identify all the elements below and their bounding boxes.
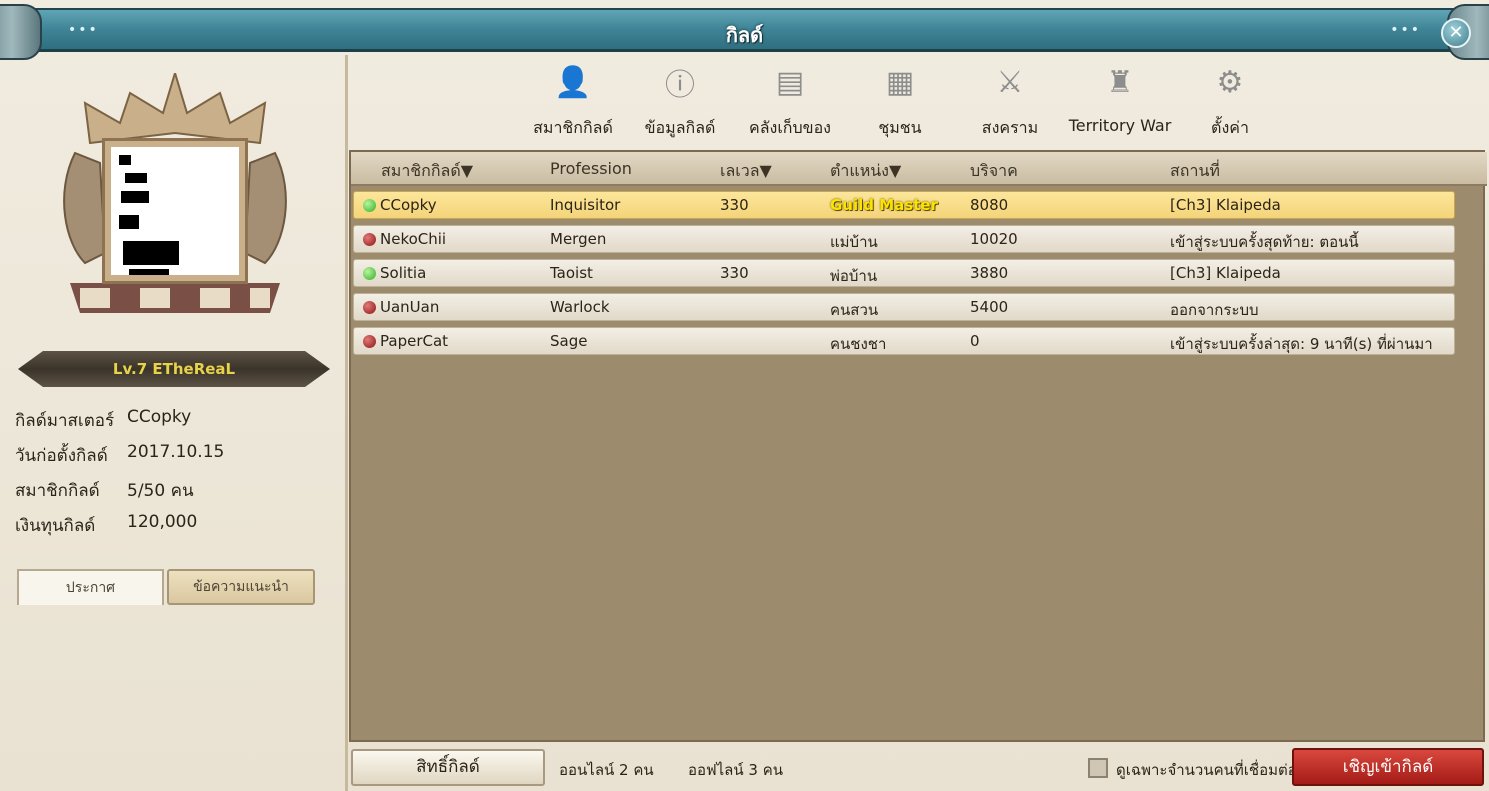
column-header-level[interactable]: เลเวล▼ <box>720 159 772 184</box>
info-icon: ⓘ <box>665 68 695 103</box>
member-donation: 0 <box>970 332 980 350</box>
info-row-members: สมาชิกกิลด์ 5/50 คน <box>15 477 194 504</box>
info-row-founded: วันก่อตั้งกิลด์ 2017.10.15 <box>15 442 224 469</box>
member-rank: คนสวน <box>830 301 879 319</box>
member-donation: 8080 <box>970 196 1009 214</box>
member-name: CCopky <box>380 196 437 214</box>
invite-to-guild-button[interactable]: เชิญเข้ากิลด์ <box>1292 748 1484 786</box>
person-icon: 👤 <box>554 64 592 100</box>
title-dots-right: ••• <box>1390 22 1421 38</box>
castle-icon: ♜ <box>1106 64 1134 100</box>
member-rank: แม่บ้าน <box>830 233 878 251</box>
column-header-donation[interactable]: บริจาค <box>970 159 1018 184</box>
info-value: 2017.10.15 <box>127 442 225 462</box>
info-row-master: กิลด์มาสเตอร์ CCopky <box>15 407 191 434</box>
member-donation: 3880 <box>970 264 1009 282</box>
tool-label: ข้อมูลกิลด์ <box>644 118 716 137</box>
member-rank: คนชงชา <box>830 335 887 353</box>
tool-info[interactable]: ⓘ ข้อมูลกิลด์ <box>638 60 722 141</box>
member-table: สมาชิกกิลด์▼ Profession เลเวล▼ ตำแหน่ง▼ … <box>349 150 1487 742</box>
tool-label: ชุมชน <box>878 118 922 137</box>
member-name: UanUan <box>380 298 440 316</box>
column-header-name[interactable]: สมาชิกกิลด์▼ <box>381 159 473 184</box>
member-location: [Ch3] Klaipeda <box>1170 264 1281 282</box>
checkbox-label: ดูเฉพาะจำนวนคนที่เชื่อมต่อ <box>1116 761 1292 779</box>
online-count: ออนไลน์ 2 คน <box>559 761 654 779</box>
guild-name-banner: Lv.7 ETheReaL <box>18 351 330 387</box>
member-profession: Warlock <box>550 298 610 316</box>
chest-icon: ▤ <box>775 64 805 100</box>
table-row[interactable]: UanUan Warlock คนสวน 5400 ออกจากระบบ <box>353 293 1455 321</box>
table-row[interactable]: PaperCat Sage คนชงชา 0 เข้าสู่ระบบครั้งล… <box>353 327 1455 355</box>
column-header-profession[interactable]: Profession <box>550 159 632 178</box>
guild-rights-button[interactable]: สิทธิ์กิลด์ <box>351 749 545 786</box>
table-header: สมาชิกกิลด์▼ Profession เลเวล▼ ตำแหน่ง▼ … <box>351 152 1487 186</box>
info-value: 120,000 <box>127 512 198 532</box>
notice-area <box>17 605 315 785</box>
tab-announcement[interactable]: ประกาศ <box>17 569 164 605</box>
member-location: [Ch3] Klaipeda <box>1170 196 1281 214</box>
offline-status-icon <box>363 301 376 314</box>
offline-status-icon <box>363 233 376 246</box>
guild-info-panel: Lv.7 ETheReaL กิลด์มาสเตอร์ CCopky วันก่… <box>0 55 345 791</box>
panel-divider <box>345 55 348 791</box>
member-profession: Sage <box>550 332 588 350</box>
crossed-swords-icon: ⚔ <box>996 64 1024 100</box>
offline-count: ออฟไลน์ 3 คน <box>688 761 783 779</box>
emblem-image <box>119 155 179 275</box>
show-online-only-checkbox[interactable] <box>1088 758 1108 778</box>
online-status-icon <box>363 267 376 280</box>
tab-introduction[interactable]: ข้อความแนะนำ <box>167 569 315 605</box>
tool-war[interactable]: ⚔ สงคราม <box>972 60 1048 141</box>
member-profession: Taoist <box>550 264 593 282</box>
tool-label: สงคราม <box>981 118 1039 137</box>
member-location: เข้าสู่ระบบครั้งล่าสุด: 9 นาที(s) ที่ผ่า… <box>1170 335 1433 353</box>
member-location: ออกจากระบบ <box>1170 301 1259 319</box>
info-label: สมาชิกกิลด์ <box>15 481 100 501</box>
gear-icon: ⚙ <box>1216 64 1244 100</box>
info-label: กิลด์มาสเตอร์ <box>15 411 115 431</box>
member-donation: 10020 <box>970 230 1018 248</box>
table-row[interactable]: CCopky Inquisitor 330 Guild Master 8080 … <box>353 191 1455 219</box>
window-title: กิลด์ <box>725 23 764 47</box>
column-header-rank[interactable]: ตำแหน่ง▼ <box>830 159 901 184</box>
guild-window: ••• กิลด์ ••• ✕ Lv.7 ETheReaL กิลด์มาสเต… <box>0 0 1489 791</box>
guild-emblem <box>55 69 295 323</box>
table-row[interactable]: Solitia Taoist 330 พ่อบ้าน 3880 [Ch3] Kl… <box>353 259 1455 287</box>
board-icon: ▦ <box>885 64 915 100</box>
tool-storage[interactable]: ▤ คลังเก็บของ <box>742 60 838 141</box>
column-header-location[interactable]: สถานที่ <box>1170 159 1220 184</box>
tool-members[interactable]: 👤 สมาชิกกิลด์ <box>528 60 618 141</box>
title-bar: ••• กิลด์ ••• ✕ <box>0 4 1489 60</box>
tool-settings[interactable]: ⚙ ตั้งค่า <box>1192 60 1268 141</box>
member-rank: พ่อบ้าน <box>830 267 878 285</box>
member-profession: Inquisitor <box>550 196 621 214</box>
member-level: 330 <box>720 264 749 282</box>
member-donation: 5400 <box>970 298 1009 316</box>
member-rank: Guild Master <box>830 196 938 214</box>
member-name: NekoChii <box>380 230 447 248</box>
member-name: Solitia <box>380 264 427 282</box>
info-value: CCopky <box>127 407 192 427</box>
member-level: 330 <box>720 196 749 214</box>
info-label: เงินทุนกิลด์ <box>15 516 96 536</box>
info-row-funds: เงินทุนกิลด์ 120,000 <box>15 512 197 539</box>
tool-label: ตั้งค่า <box>1211 118 1249 137</box>
offline-status-icon <box>363 335 376 348</box>
member-location: เข้าสู่ระบบครั้งสุดท้าย: ตอนนี้ <box>1170 233 1359 251</box>
tool-label: คลังเก็บของ <box>749 118 831 137</box>
tool-territory-war[interactable]: ♜ Territory War <box>1062 60 1178 136</box>
info-label: วันก่อตั้งกิลด์ <box>15 446 108 466</box>
tool-label: Territory War <box>1068 116 1172 135</box>
online-status-icon <box>363 199 376 212</box>
member-profession: Mergen <box>550 230 607 248</box>
table-row[interactable]: NekoChii Mergen แม่บ้าน 10020 เข้าสู่ระบ… <box>353 225 1455 253</box>
emblem-image-frame <box>105 141 245 281</box>
tool-label: สมาชิกกิลด์ <box>533 118 613 137</box>
member-name: PaperCat <box>380 332 449 350</box>
info-value: 5/50 คน <box>127 481 194 501</box>
tool-community[interactable]: ▦ ชุมชน <box>862 60 938 141</box>
close-icon[interactable]: ✕ <box>1441 18 1471 48</box>
